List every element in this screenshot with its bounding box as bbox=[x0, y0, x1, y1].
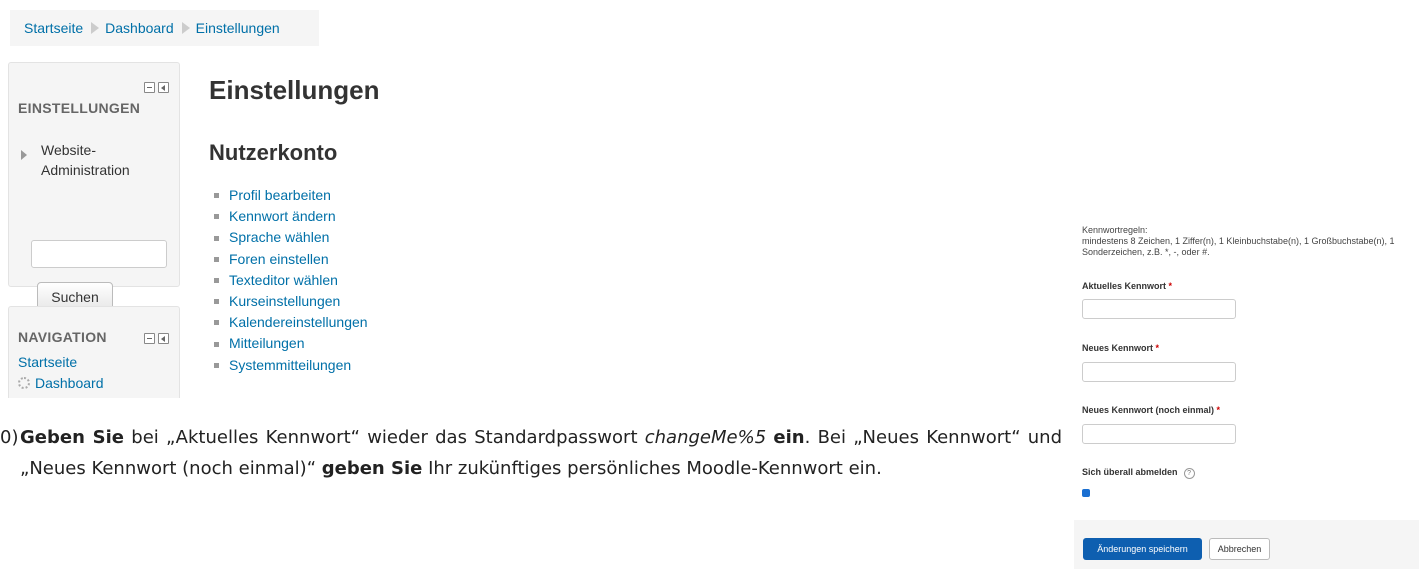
current-password-label-text: Aktuelles Kennwort bbox=[1082, 281, 1167, 291]
section-title: Nutzerkonto bbox=[209, 140, 338, 165]
instruction-step: 0) Geben Sie bei „Aktuelles Kennwort“ wi… bbox=[0, 422, 1062, 484]
logout-everywhere-label-text: Sich überall abmelden bbox=[1082, 467, 1178, 477]
new-password-label: Neues Kennwort * bbox=[1082, 343, 1159, 353]
dock-block-icon[interactable] bbox=[158, 333, 169, 344]
nav-dashboard-link[interactable]: Dashboard bbox=[18, 375, 104, 391]
instruction-bold-5: ein bbox=[773, 427, 805, 448]
instruction-bold-7: geben Sie bbox=[321, 458, 423, 479]
forum-settings-link[interactable]: Foren einstellen bbox=[229, 249, 329, 270]
choose-language-link[interactable]: Sprache wählen bbox=[229, 227, 329, 248]
form-button-bar: Änderungen speichern Abbrechen bbox=[1074, 520, 1419, 569]
text-editor-link[interactable]: Texteditor wählen bbox=[229, 270, 338, 291]
help-icon[interactable]: ? bbox=[1183, 468, 1195, 479]
breadcrumb-separator-icon bbox=[91, 22, 100, 34]
list-item: Kalendereinstellungen bbox=[212, 312, 368, 333]
dock-block-icon[interactable] bbox=[158, 82, 169, 93]
repeat-password-input[interactable] bbox=[1082, 424, 1236, 444]
dashboard-icon bbox=[18, 377, 30, 389]
new-password-input[interactable] bbox=[1082, 362, 1236, 382]
rules-text-line2: Sonderzeichen, z.B. *, -, oder #. bbox=[1082, 247, 1210, 257]
instruction-text-2: bei „Aktuelles Kennwort“ wieder das Stan… bbox=[124, 427, 645, 448]
list-item: Mitteilungen bbox=[212, 333, 368, 354]
list-item: Kennwort ändern bbox=[212, 206, 368, 227]
collapse-block-icon[interactable] bbox=[144, 82, 155, 93]
breadcrumb-home[interactable]: Startseite bbox=[24, 20, 83, 36]
logout-everywhere-checkbox[interactable] bbox=[1082, 489, 1090, 497]
list-item: Texteditor wählen bbox=[212, 270, 368, 291]
bullet-icon bbox=[214, 341, 219, 347]
site-admin-label-line1: Website- bbox=[41, 142, 96, 158]
current-password-label: Aktuelles Kennwort * bbox=[1082, 281, 1172, 291]
list-item: Profil bearbeiten bbox=[212, 185, 368, 206]
change-password-link[interactable]: Kennwort ändern bbox=[229, 206, 336, 227]
site-admin-label-line2: Administration bbox=[41, 162, 130, 178]
bullet-icon bbox=[214, 193, 219, 199]
bullet-icon bbox=[214, 256, 219, 262]
site-admin-label: Website- Administration bbox=[41, 140, 130, 180]
breadcrumb-dashboard[interactable]: Dashboard bbox=[105, 20, 174, 36]
required-marker: * bbox=[1168, 281, 1173, 291]
expand-arrow-icon[interactable] bbox=[21, 150, 27, 160]
collapse-block-icon[interactable] bbox=[144, 333, 155, 344]
list-item: Kurseinstellungen bbox=[212, 291, 368, 312]
save-changes-button[interactable]: Änderungen speichern bbox=[1083, 538, 1202, 560]
messages-link[interactable]: Mitteilungen bbox=[229, 333, 305, 354]
new-password-label-text: Neues Kennwort bbox=[1082, 343, 1154, 353]
instruction-bold-1: Geben Sie bbox=[20, 427, 125, 448]
edit-profile-link[interactable]: Profil bearbeiten bbox=[229, 185, 331, 206]
bullet-icon bbox=[214, 235, 219, 241]
rules-label: Kennwortregeln: bbox=[1082, 225, 1148, 235]
block-controls bbox=[144, 333, 169, 344]
list-item: Systemmitteilungen bbox=[212, 355, 368, 376]
navigation-block-title: NAVIGATION bbox=[18, 329, 107, 345]
password-form: Kennwortregeln: mindestens 8 Zeichen, 1 … bbox=[1074, 0, 1419, 569]
current-password-input[interactable] bbox=[1082, 299, 1236, 319]
site-admin-node[interactable]: Website- Administration bbox=[21, 140, 130, 180]
password-rules: Kennwortregeln: mindestens 8 Zeichen, 1 … bbox=[1082, 225, 1412, 258]
nav-home-link[interactable]: Startseite bbox=[18, 354, 77, 370]
breadcrumb-separator-icon bbox=[181, 22, 190, 34]
repeat-password-label: Neues Kennwort (noch einmal) * bbox=[1082, 405, 1220, 415]
default-password: changeMe%5 bbox=[644, 427, 767, 448]
account-links-list: Profil bearbeiten Kennwort ändern Sprach… bbox=[212, 185, 368, 376]
breadcrumb-settings[interactable]: Einstellungen bbox=[196, 20, 280, 36]
list-item: Sprache wählen bbox=[212, 227, 368, 248]
calendar-settings-link[interactable]: Kalendereinstellungen bbox=[229, 312, 368, 333]
nav-dashboard-label: Dashboard bbox=[35, 375, 104, 391]
settings-search-input[interactable] bbox=[31, 240, 167, 268]
list-item: Foren einstellen bbox=[212, 249, 368, 270]
bullet-icon bbox=[214, 362, 219, 368]
system-messages-link[interactable]: Systemmitteilungen bbox=[229, 355, 351, 376]
bullet-icon bbox=[214, 299, 219, 305]
bullet-icon bbox=[214, 214, 219, 220]
required-marker: * bbox=[1216, 405, 1221, 415]
logout-everywhere-label: Sich überall abmelden? bbox=[1082, 467, 1195, 479]
bullet-icon bbox=[214, 277, 219, 283]
repeat-password-label-text: Neues Kennwort (noch einmal) bbox=[1082, 405, 1215, 415]
course-settings-link[interactable]: Kurseinstellungen bbox=[229, 291, 340, 312]
cancel-button[interactable]: Abbrechen bbox=[1209, 538, 1270, 560]
navigation-block: NAVIGATION Startseite Dashboard bbox=[8, 306, 180, 398]
required-marker: * bbox=[1155, 343, 1160, 353]
instruction-text-8: Ihr zukünftiges persönliches Moodle-Kenn… bbox=[422, 458, 882, 479]
block-controls bbox=[144, 82, 169, 93]
page-title: Einstellungen bbox=[209, 75, 380, 105]
rules-text-line1: mindestens 8 Zeichen, 1 Ziffer(n), 1 Kle… bbox=[1082, 236, 1395, 246]
step-number: 0) bbox=[0, 427, 19, 448]
instruction-text: Geben Sie bei „Aktuelles Kennwort“ wiede… bbox=[20, 422, 1062, 484]
bullet-icon bbox=[214, 320, 219, 326]
settings-block: EINSTELLUNGEN Website- Administration Su… bbox=[8, 62, 180, 312]
settings-block-title: EINSTELLUNGEN bbox=[18, 100, 141, 116]
breadcrumb: Startseite Dashboard Einstellungen bbox=[10, 10, 319, 46]
